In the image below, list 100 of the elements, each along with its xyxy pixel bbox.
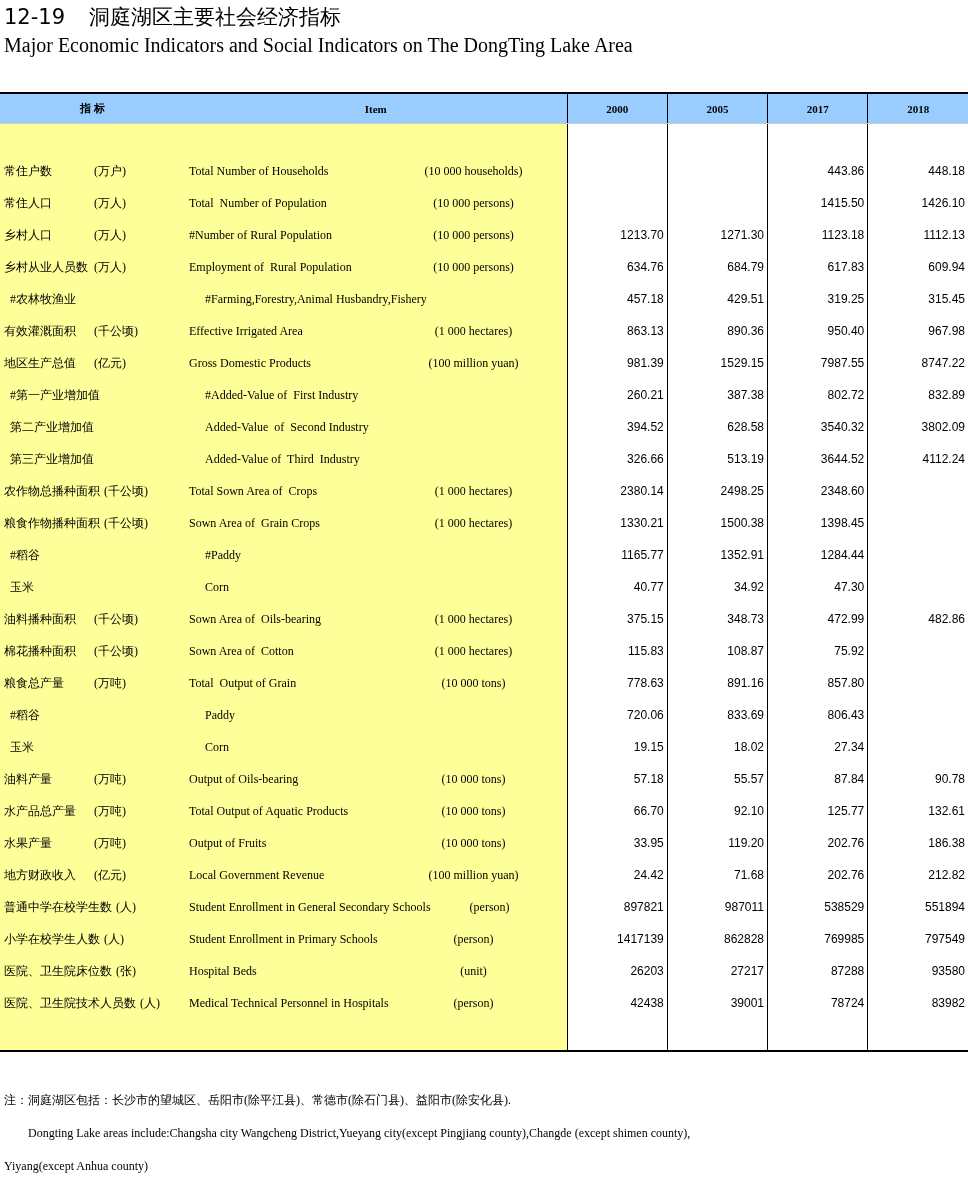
table-cell: 375.15: [567, 603, 668, 635]
table-cell: 1330.21: [567, 507, 668, 539]
indicator-name: Sown Area of Grain Crops: [189, 515, 321, 531]
unit-label: (千公顷): [94, 642, 138, 660]
unit-label: (10 000 tons): [440, 835, 507, 851]
unit-label: (人): [140, 994, 160, 1012]
indicator-name: #Number of Rural Population: [189, 227, 333, 243]
unit-label: (person): [468, 899, 511, 915]
table-cell: 66.70: [567, 795, 668, 827]
indicator-name: 乡村从业人员数: [4, 258, 89, 276]
table-cell: 24.42: [567, 859, 668, 891]
unit-label: (人): [104, 930, 124, 948]
table-cell: 319.25: [767, 283, 868, 315]
unit-label: (10 000 tons): [440, 771, 507, 787]
indicator-name: 粮食总产量: [4, 674, 65, 692]
table-cell: 75.92: [767, 635, 868, 667]
unit-label: (万户): [94, 162, 126, 180]
title-english: Major Economic Indicators and Social Indicators on The DongTing Lake Area: [4, 33, 634, 59]
indicator-name: Paddy: [205, 707, 236, 723]
indicator-name: 玉米: [10, 578, 35, 596]
unit-label: (unit): [459, 963, 488, 979]
unit-label: (万吨): [94, 674, 126, 692]
indicator-name: #Added-Value of First Industry: [205, 387, 360, 403]
unit-label: (person): [452, 931, 495, 947]
table-cell: 1417139: [567, 923, 668, 955]
table-cell: 806.43: [767, 699, 868, 731]
unit-label: (10 000 households): [423, 163, 524, 179]
table-cell: 26203: [567, 955, 668, 987]
table-cell: 3540.32: [767, 411, 868, 443]
indicator-name: Medical Technical Personnel in Hospitals: [189, 995, 390, 1011]
table-cell: 429.51: [667, 283, 768, 315]
table-cell: 891.16: [667, 667, 768, 699]
unit-label: (千公顷): [94, 610, 138, 628]
table-cell: 87.84: [767, 763, 868, 795]
unit-label: (万人): [94, 226, 126, 244]
indicator-name: 玉米: [10, 738, 35, 756]
table-cell: 348.73: [667, 603, 768, 635]
unit-label: (10 000 tons): [440, 675, 507, 691]
unit-label: (亿元): [94, 866, 126, 884]
table-cell: 1123.18: [767, 219, 868, 251]
table-cell: 39001: [667, 987, 768, 1019]
table-cell: 40.77: [567, 571, 668, 603]
unit-label: (千公顷): [104, 482, 148, 500]
indicator-name: 粮食作物播种面积: [4, 514, 100, 532]
indicator-name: #Paddy: [205, 547, 242, 563]
unit-label: (万人): [94, 194, 126, 212]
table-cell: 2498.25: [667, 475, 768, 507]
indicator-name: 棉花播种面积: [4, 642, 77, 660]
indicator-name: Total Output of Aquatic Products: [189, 803, 350, 819]
unit-label: (千公顷): [104, 514, 148, 532]
table-cell: 684.79: [667, 251, 768, 283]
unit-label: (person): [452, 995, 495, 1011]
indicator-name: Gross Domestic Products: [189, 355, 312, 371]
indicator-name: 小学在校学生人数: [4, 930, 100, 948]
table-cell: 863.13: [567, 315, 668, 347]
table-cell: 1165.77: [567, 539, 668, 571]
table-cell: 890.36: [667, 315, 768, 347]
table-cell: 897821: [567, 891, 668, 923]
table-cell: 2380.14: [567, 475, 668, 507]
indicator-name: 有效灌溉面积: [4, 322, 77, 340]
table-cell: 90.78: [867, 763, 968, 795]
table-cell: 1284.44: [767, 539, 868, 571]
table-cell: 202.76: [767, 859, 868, 891]
table-cell: 857.80: [767, 667, 868, 699]
unit-label: (1 000 hectares): [433, 643, 514, 659]
unit-label: (人): [116, 898, 136, 916]
column-header: 2018: [867, 93, 968, 124]
table-cell: 212.82: [867, 859, 968, 891]
table-cell: 617.83: [767, 251, 868, 283]
title-chinese: 洞庭湖区主要社会经济指标: [89, 4, 342, 30]
indicator-name: 医院、卫生院技术人员数: [4, 994, 136, 1012]
table-cell: 87288: [767, 955, 868, 987]
indicator-name: 油料产量: [4, 770, 53, 788]
table-cell: 18.02: [667, 731, 768, 763]
table-cell: 132.61: [867, 795, 968, 827]
column-header: 2000: [567, 93, 668, 124]
unit-label: (万吨): [94, 802, 126, 820]
table-cell: 987011: [667, 891, 768, 923]
table-cell: 83982: [867, 987, 968, 1019]
table-number: 12-19: [4, 4, 66, 30]
indicator-name: 常住人口: [4, 194, 53, 212]
table-cell: 202.76: [767, 827, 868, 859]
table-cell: 634.76: [567, 251, 668, 283]
table-cell: 315.45: [867, 283, 968, 315]
table-cell: 513.19: [667, 443, 768, 475]
indicator-name: Corn: [205, 579, 230, 595]
indicator-name: #稻谷: [10, 546, 41, 564]
unit-label: (千公顷): [94, 322, 138, 340]
indicator-name: 第三产业增加值: [10, 450, 95, 468]
table-cell: 967.98: [867, 315, 968, 347]
indicator-name: Sown Area of Oils-bearing: [189, 611, 322, 627]
indicator-name: Employment of Rural Population: [189, 259, 353, 275]
unit-label: (万吨): [94, 834, 126, 852]
unit-label: (10 000 persons): [432, 195, 515, 211]
indicator-name: Total Number of Population: [189, 195, 328, 211]
table-cell: 1426.10: [867, 187, 968, 219]
table-cell: 1352.91: [667, 539, 768, 571]
table-cell: 538529: [767, 891, 868, 923]
footnote: Dongting Lake areas include:Changsha city Wangcheng District,Yueyang city(except Pingjiang county),Changde (except shimen county),: [27, 1125, 692, 1142]
table-cell: 92.10: [667, 795, 768, 827]
